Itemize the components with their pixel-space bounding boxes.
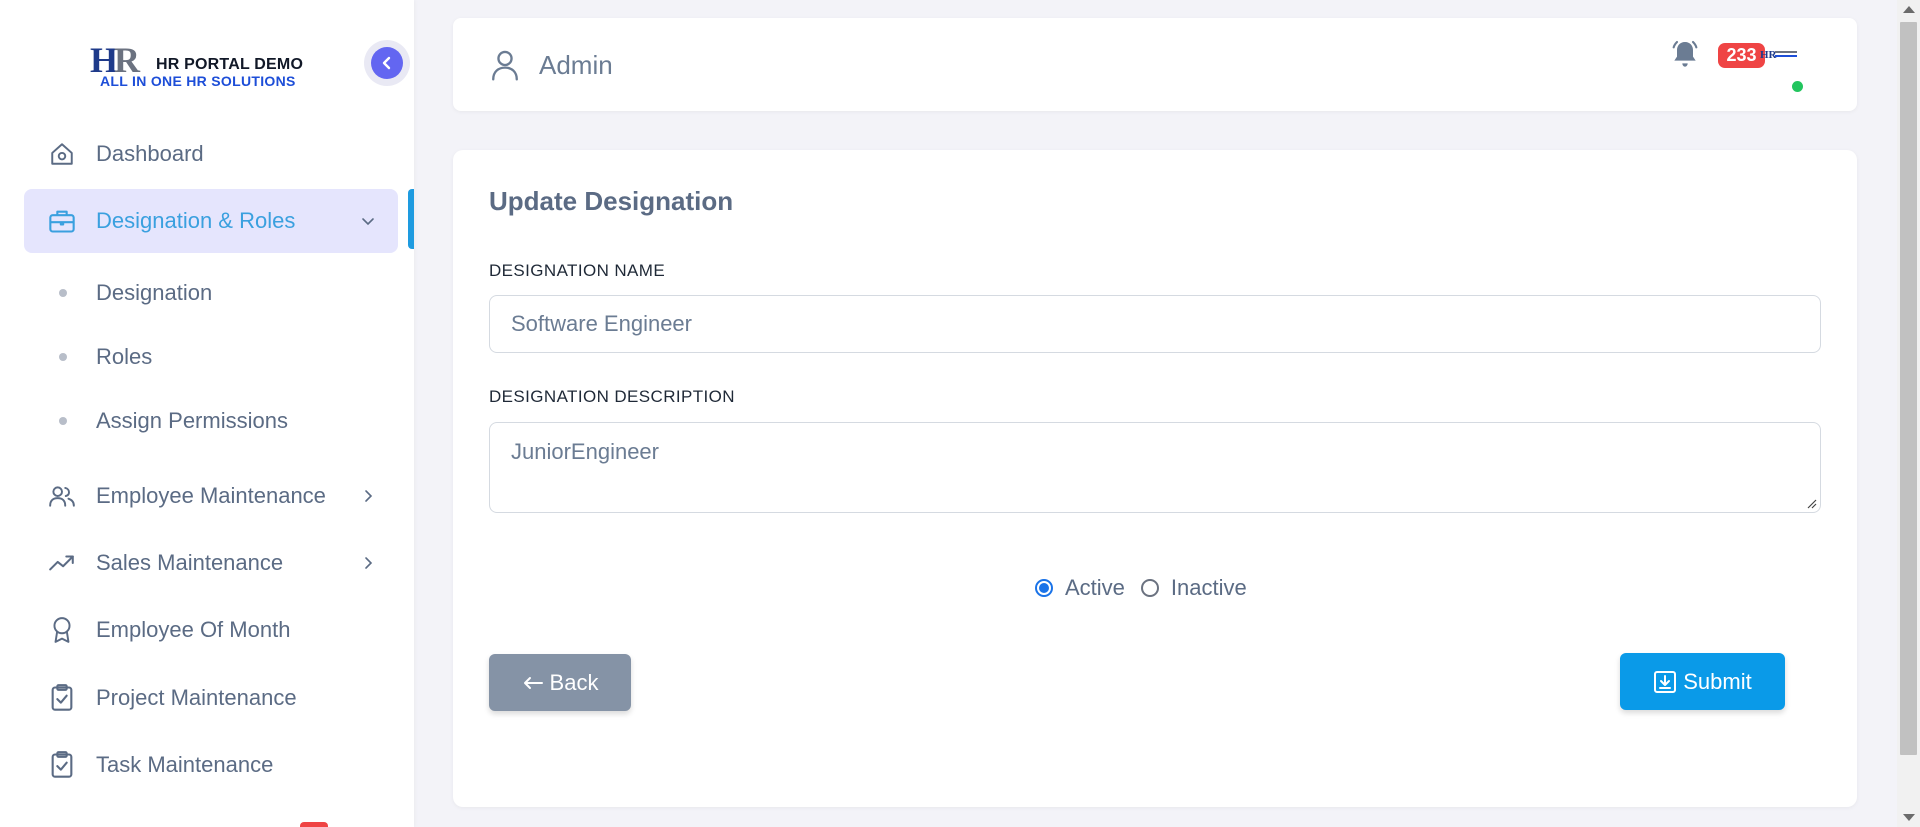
- chevron-down-icon: [362, 218, 374, 226]
- home-icon: [48, 140, 76, 168]
- bullet-icon: [59, 289, 67, 297]
- designation-description-label: DESIGNATION DESCRIPTION: [489, 387, 735, 406]
- top-header: Admin 233 HR: [453, 18, 1857, 111]
- sidebar-subitem-label: Roles: [96, 344, 153, 369]
- sidebar-subitem-label: Designation: [96, 280, 213, 305]
- sidebar-item-dashboard[interactable]: Dashboard: [24, 122, 398, 186]
- sidebar-subitem-assign-permissions[interactable]: Assign Permissions: [24, 396, 398, 446]
- sidebar: HR HR PORTAL DEMO ALL IN ONE HR SOLUTION…: [0, 0, 414, 827]
- bell-icon[interactable]: [1669, 38, 1701, 70]
- sidebar-item-label: Employee Maintenance: [96, 483, 326, 508]
- page-title: Update Designation: [489, 186, 734, 216]
- designation-name-label: DESIGNATION NAME: [489, 261, 666, 280]
- user-name[interactable]: Admin: [539, 50, 613, 81]
- sidebar-item-label: Sales Maintenance: [96, 550, 284, 575]
- bullet-icon: [59, 417, 67, 425]
- sidebar-subitem-designation[interactable]: Designation: [24, 268, 398, 318]
- online-status-dot: [1792, 81, 1803, 92]
- submit-button-label: Submit: [1683, 668, 1752, 694]
- sidebar-subitem-label: Assign Permissions: [96, 408, 288, 433]
- sidebar-item-label: Designation & Roles: [96, 208, 296, 233]
- scroll-down-arrow-icon[interactable]: [1903, 814, 1915, 821]
- brand-logo[interactable]: HR HR PORTAL DEMO ALL IN ONE HR SOLUTION…: [88, 42, 320, 90]
- sidebar-badge: [300, 822, 328, 827]
- chevron-right-icon: [365, 490, 373, 502]
- inactive-radio[interactable]: [1140, 579, 1159, 597]
- award-icon: [48, 616, 76, 644]
- back-button[interactable]: Back: [489, 654, 631, 711]
- save-icon: [1653, 670, 1677, 694]
- active-indicator: [408, 189, 414, 249]
- briefcase-icon: [48, 207, 76, 235]
- avatar[interactable]: HR: [1760, 48, 1800, 62]
- svg-text:HR: HR: [1760, 49, 1778, 61]
- scrollbar-thumb[interactable]: [1900, 22, 1917, 755]
- inactive-radio-label[interactable]: Inactive: [1171, 575, 1247, 601]
- brand-subtitle: ALL IN ONE HR SOLUTIONS: [100, 73, 296, 89]
- scroll-up-arrow-icon[interactable]: [1903, 6, 1915, 13]
- trending-up-icon: [48, 549, 76, 577]
- sidebar-item-employee-maintenance[interactable]: Employee Maintenance: [24, 464, 398, 528]
- designation-description-wrapper: JuniorEngineer: [489, 422, 1821, 513]
- sidebar-item-designation-roles[interactable]: Designation & Roles: [24, 189, 398, 253]
- clipboard-check-icon: [48, 684, 76, 712]
- page-scrollbar[interactable]: [1897, 0, 1920, 827]
- user-icon: [492, 50, 518, 81]
- sidebar-item-project-maintenance[interactable]: Project Maintenance: [24, 666, 398, 730]
- clipboard-check-icon: [48, 751, 76, 779]
- active-radio-label[interactable]: Active: [1065, 575, 1125, 601]
- active-radio[interactable]: [1035, 579, 1053, 597]
- sidebar-collapse-button[interactable]: [364, 40, 410, 86]
- status-radio-group: Active Inactive: [1035, 575, 1263, 601]
- designation-name-input[interactable]: [489, 295, 1821, 353]
- sidebar-item-label: Task Maintenance: [96, 752, 274, 777]
- sidebar-item-label: Employee Of Month: [96, 617, 291, 642]
- sidebar-item-label: Dashboard: [96, 141, 204, 166]
- sidebar-item-task-maintenance[interactable]: Task Maintenance: [24, 733, 398, 797]
- submit-button[interactable]: Submit: [1620, 653, 1785, 710]
- update-designation-card: Update Designation DESIGNATION NAME DESI…: [453, 150, 1857, 807]
- users-icon: [48, 482, 76, 510]
- resize-handle-icon[interactable]: [1805, 497, 1817, 509]
- arrow-left-icon: [522, 675, 544, 691]
- notification-count-badge[interactable]: 233: [1718, 43, 1765, 68]
- sidebar-item-employee-of-month[interactable]: Employee Of Month: [24, 598, 398, 662]
- sidebar-subitem-roles[interactable]: Roles: [24, 332, 398, 382]
- designation-description-textarea[interactable]: JuniorEngineer: [489, 422, 1821, 513]
- sidebar-item-sales-maintenance[interactable]: Sales Maintenance: [24, 531, 398, 595]
- bullet-icon: [59, 353, 67, 361]
- chevron-left-icon: [382, 56, 391, 70]
- chevron-right-icon: [365, 557, 373, 569]
- brand-title: HR PORTAL DEMO: [156, 56, 304, 73]
- back-button-label: Back: [549, 669, 599, 695]
- sidebar-item-label: Project Maintenance: [96, 685, 297, 710]
